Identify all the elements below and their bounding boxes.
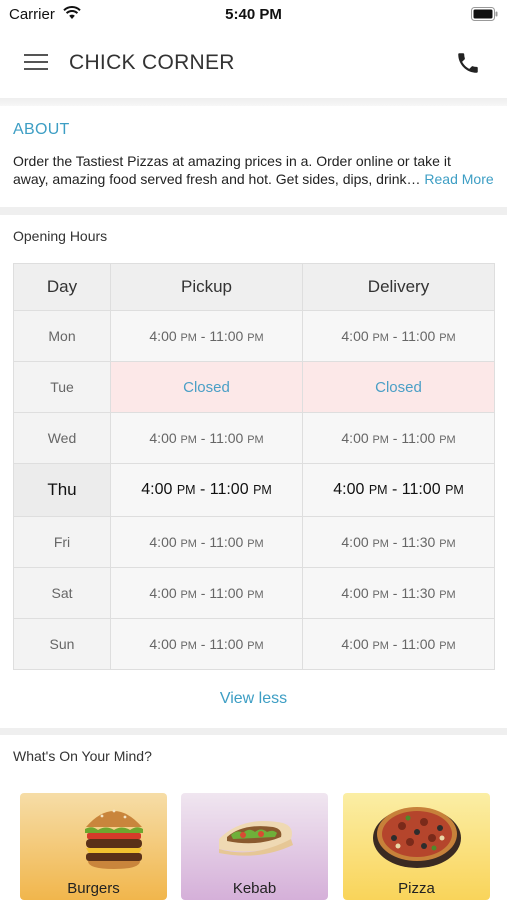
table-row: Sun 4:00 PM - 11:00 PM 4:00 PM - 11:00 P… [13,618,495,670]
delivery-hours-cell: 4:00 PM - 11:30 PM [302,567,495,619]
day-cell: Fri [13,516,111,568]
read-more-link[interactable]: Read More [424,171,493,187]
divider [0,728,507,735]
column-header-delivery: Delivery [302,263,495,311]
category-label: Kebab [232,880,277,897]
day-cell: Tue [13,361,111,413]
about-line-2-text: away, amazing food served fresh and hot.… [13,171,421,187]
delivery-hours-cell: 4:00 PM - 11:00 PM [302,310,495,362]
table-header-row: Day Pickup Delivery [13,263,495,311]
day-cell: Sat [13,567,111,619]
pizza-icon [373,807,461,868]
category-label: Pizza [398,880,435,897]
menu-icon[interactable] [24,52,48,72]
pickup-hours-cell: 4:00 PM - 11:00 PM [110,412,303,464]
view-less-button[interactable]: View less [0,690,507,708]
battery-icon [471,7,498,21]
day-cell: Wed [13,412,111,464]
table-row: Sat 4:00 PM - 11:00 PM 4:00 PM - 11:30 P… [13,567,495,619]
delivery-hours-cell: 4:00 PM - 11:30 PM [302,516,495,568]
opening-hours-table: Day Pickup Delivery Mon 4:00 PM - 11:00 … [13,263,495,670]
table-row: Wed 4:00 PM - 11:00 PM 4:00 PM - 11:00 P… [13,412,495,464]
day-cell: Thu [13,463,111,517]
delivery-hours-cell: 4:00 PM - 11:00 PM [302,618,495,670]
delivery-closed-cell: Closed [302,361,495,413]
column-header-day: Day [13,263,111,311]
about-line-2: away, amazing food served fresh and hot.… [13,170,499,188]
pickup-hours-cell: 4:00 PM - 11:00 PM [110,567,303,619]
category-card-pizza[interactable]: Pizza [343,793,490,900]
table-row-today: Thu 4:00 PM - 11:00 PM 4:00 PM - 11:00 P… [13,463,495,517]
restaurant-title: CHICK CORNER [69,51,235,74]
opening-hours-label: Opening Hours [13,228,108,244]
pickup-hours-cell: 4:00 PM - 11:00 PM [110,618,303,670]
table-row: Mon 4:00 PM - 11:00 PM 4:00 PM - 11:00 P… [13,310,495,362]
category-card-burgers[interactable]: Burgers [20,793,167,900]
category-label: Burgers [67,880,120,897]
category-cards: Burgers Kebab Pizza [20,793,492,900]
nav-bar: CHICK CORNER [0,30,507,98]
divider [0,207,507,215]
kebab-icon [219,821,293,856]
pickup-hours-cell: 4:00 PM - 11:00 PM [110,516,303,568]
about-description: Order the Tastiest Pizzas at amazing pri… [13,152,499,188]
whats-on-your-mind-label: What's On Your Mind? [13,748,152,764]
delivery-hours-cell: 4:00 PM - 11:00 PM [302,412,495,464]
status-bar: Carrier 5:40 PM [0,0,507,30]
pickup-hours-cell: 4:00 PM - 11:00 PM [110,463,303,517]
pickup-hours-cell: 4:00 PM - 11:00 PM [110,310,303,362]
divider [0,98,507,106]
table-row: Tue Closed Closed [13,361,495,413]
day-cell: Sun [13,618,111,670]
column-header-pickup: Pickup [110,263,303,311]
phone-icon[interactable] [455,50,481,76]
table-row: Fri 4:00 PM - 11:00 PM 4:00 PM - 11:30 P… [13,516,495,568]
delivery-hours-cell: 4:00 PM - 11:00 PM [302,463,495,517]
about-line-1: Order the Tastiest Pizzas at amazing pri… [13,153,451,169]
about-heading: ABOUT [13,121,70,138]
day-cell: Mon [13,310,111,362]
burger-icon [85,809,143,869]
category-card-kebab[interactable]: Kebab [181,793,328,900]
clock: 5:40 PM [225,6,282,23]
pickup-closed-cell: Closed [110,361,303,413]
